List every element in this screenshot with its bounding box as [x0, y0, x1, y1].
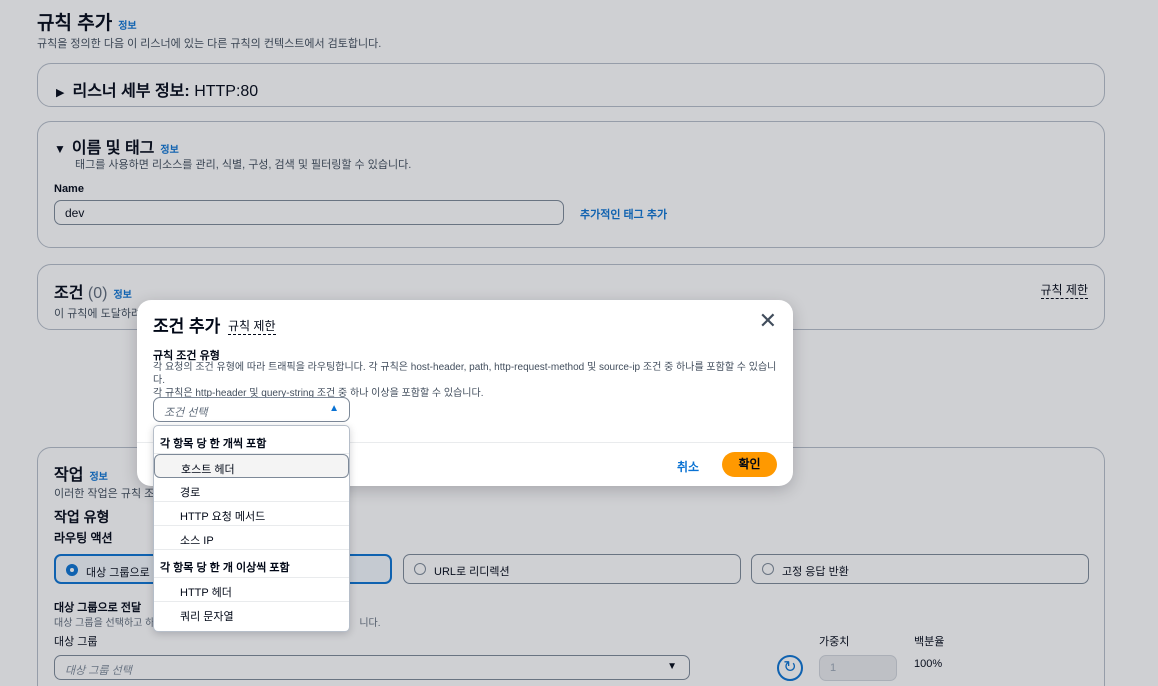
modal-title: 조건 추가: [153, 317, 221, 336]
dropdown-group-label: 각 항목 당 한 개 이상씩 포함: [154, 550, 349, 578]
caret-up-icon: ▲: [329, 403, 339, 414]
dropdown-option-host-header[interactable]: 호스트 헤더: [154, 454, 349, 478]
condition-type-description: 각 요청의 조건 유형에 따라 트래픽을 라우팅합니다. 각 규칙은 host-…: [153, 362, 777, 399]
close-icon[interactable]: ✕: [759, 310, 777, 332]
confirm-button[interactable]: 확인: [722, 452, 777, 477]
dropdown-option-query-string[interactable]: 쿼리 문자열: [154, 602, 349, 626]
dropdown-option-http-header[interactable]: HTTP 헤더: [154, 578, 349, 602]
cancel-button[interactable]: 취소: [677, 458, 699, 475]
condition-select[interactable]: 조건 선택 ▲: [153, 397, 350, 422]
dropdown-option-http-method[interactable]: HTTP 요청 메서드: [154, 502, 349, 526]
dropdown-option-source-ip[interactable]: 소스 IP: [154, 526, 349, 550]
dropdown-option-path[interactable]: 경로: [154, 478, 349, 502]
modal-rule-limits-link[interactable]: 규칙 제한: [228, 317, 276, 335]
dropdown-group-label: 각 항목 당 한 개씩 포함: [154, 426, 349, 454]
condition-dropdown-list: 각 항목 당 한 개씩 포함 호스트 헤더 경로 HTTP 요청 메서드 소스 …: [153, 425, 350, 632]
